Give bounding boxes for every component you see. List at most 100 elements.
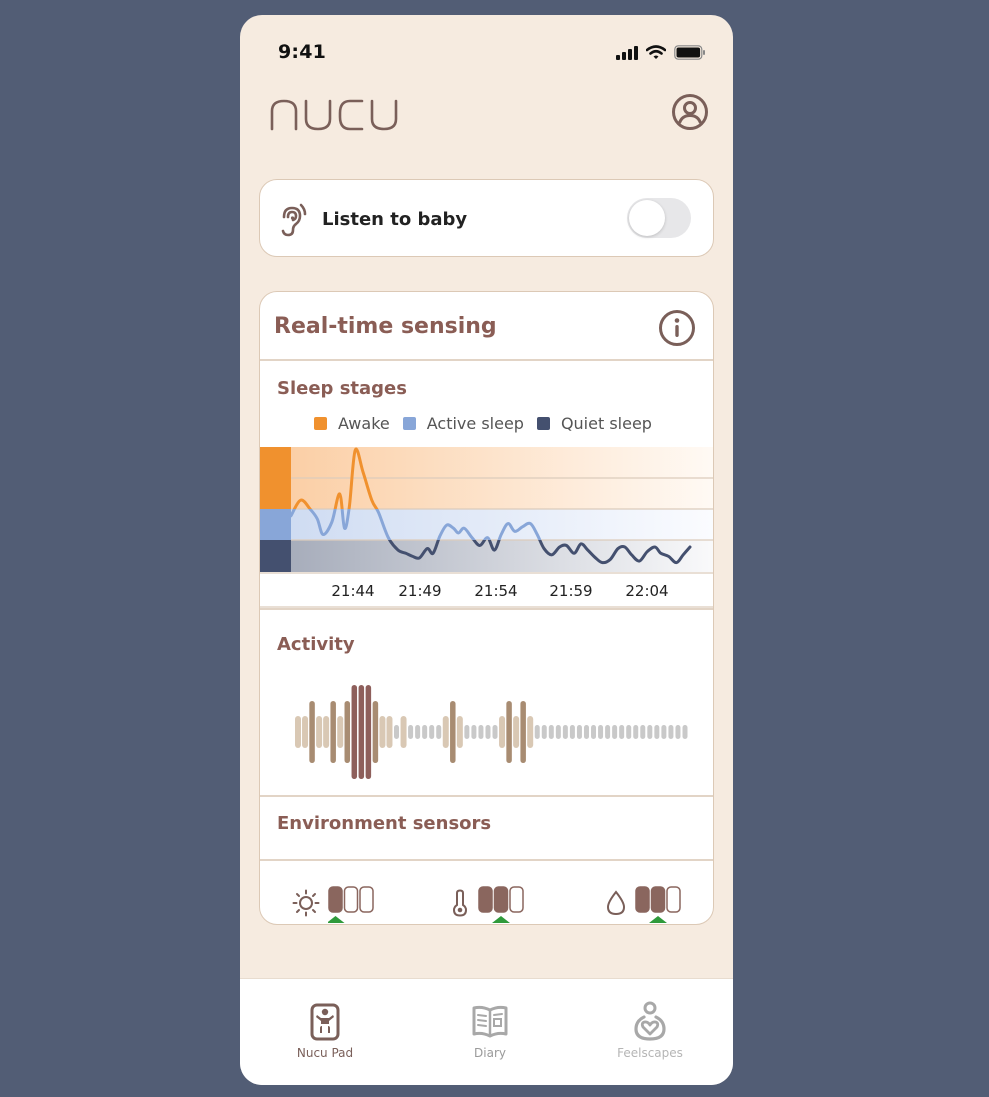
humidity-level-meter xyxy=(627,872,685,924)
activity-bar xyxy=(682,725,688,739)
activity-bar xyxy=(520,701,526,763)
activity-bar xyxy=(576,725,582,739)
profile-button[interactable] xyxy=(671,93,709,131)
user-circle-icon xyxy=(672,94,708,130)
person-heart-icon xyxy=(634,1001,666,1041)
activity-bar xyxy=(492,725,498,739)
level-segment-empty xyxy=(343,886,359,913)
legend-swatch-awake xyxy=(314,417,327,430)
activity-bar xyxy=(358,685,365,779)
info-icon xyxy=(659,310,695,346)
listen-to-baby-card: Listen to baby xyxy=(259,179,714,257)
level-indicator-arrow xyxy=(326,916,345,923)
sleep-stages-title: Sleep stages xyxy=(277,378,407,399)
droplet-icon xyxy=(606,890,626,916)
activity-bar xyxy=(675,725,681,739)
activity-bar xyxy=(499,716,506,748)
status-time: 9:41 xyxy=(278,41,327,63)
legend-item-awake: Awake xyxy=(314,414,390,433)
activity-bar xyxy=(598,725,604,739)
level-segment-empty xyxy=(509,886,524,913)
level-segment-filled xyxy=(328,886,343,913)
environment-sensors-row xyxy=(260,862,713,924)
divider xyxy=(260,795,713,797)
status-bar: 9:41 xyxy=(240,15,733,85)
sensor-light xyxy=(292,872,378,924)
activity-bar xyxy=(323,716,330,748)
wifi-icon xyxy=(646,45,666,59)
listen-to-baby-label: Listen to baby xyxy=(322,209,468,230)
legend-item-active-sleep: Active sleep xyxy=(402,414,524,433)
logo-wordmark xyxy=(270,99,398,131)
activity-bar xyxy=(527,716,534,748)
activity-title: Activity xyxy=(277,634,355,655)
level-segment-empty xyxy=(359,886,374,913)
activity-bar xyxy=(640,725,646,739)
level-segment-filled xyxy=(493,886,509,913)
level-meter-graphic xyxy=(635,886,681,923)
activity-bar xyxy=(330,701,336,763)
activity-bar xyxy=(309,701,315,763)
activity-bar xyxy=(534,725,540,739)
activity-bar xyxy=(591,725,597,739)
cellular-signal-icon xyxy=(616,45,638,60)
activity-bar xyxy=(436,725,442,739)
tab-feelscapes[interactable]: Feelscapes xyxy=(590,1001,710,1060)
activity-bar xyxy=(541,725,547,739)
tab-diary[interactable]: Diary xyxy=(430,1001,550,1060)
activity-bar xyxy=(386,716,393,748)
activity-bar xyxy=(668,725,674,739)
battery-icon xyxy=(674,45,705,60)
sensor-humidity xyxy=(605,872,685,924)
real-time-sensing-card: Real-time sensing Sleep stages Awake Act… xyxy=(259,291,714,925)
activity-bar xyxy=(612,725,618,739)
activity-bar xyxy=(626,725,632,739)
tab-label: Diary xyxy=(474,1046,506,1060)
band-awake-lower xyxy=(291,478,713,509)
activity-bar xyxy=(351,685,358,779)
sleep-stages-legend: Awake Active sleep Quiet sleep xyxy=(314,414,665,433)
x-tick-label: 21:54 xyxy=(474,582,517,600)
level-segment-filled xyxy=(650,886,666,913)
activity-bar xyxy=(633,725,639,739)
activity-bar xyxy=(379,716,386,748)
activity-bar xyxy=(661,725,667,739)
activity-bar xyxy=(415,725,421,739)
activity-bar xyxy=(654,725,660,739)
info-button[interactable] xyxy=(658,309,696,347)
activity-bar xyxy=(478,725,484,739)
activity-bar xyxy=(548,725,554,739)
phone-screen: 9:41 Listen to baby Real-time sensing Sl… xyxy=(240,15,733,1085)
legend-label: Active sleep xyxy=(426,414,524,433)
level-segment-filled xyxy=(478,886,493,913)
tab-nucu-pad[interactable]: Nucu Pad xyxy=(265,1001,385,1060)
legend-label: Awake xyxy=(338,414,390,433)
stage-block-awake-upper xyxy=(260,447,291,478)
activity-bar xyxy=(647,725,653,739)
activity-bar xyxy=(400,716,407,748)
thermometer-icon xyxy=(452,889,468,917)
book-icon xyxy=(472,1005,508,1038)
activity-bar xyxy=(485,725,491,739)
activity-bar xyxy=(562,725,568,739)
activity-bar xyxy=(471,725,477,739)
band-active-sleep xyxy=(291,509,713,540)
sensor-temperature xyxy=(450,872,528,924)
activity-bar xyxy=(295,716,301,748)
activity-bar xyxy=(569,725,575,739)
level-indicator-arrow xyxy=(649,916,667,923)
activity-bar xyxy=(372,701,379,763)
activity-bar xyxy=(464,725,470,739)
temperature-level-meter xyxy=(470,872,528,924)
activity-bar xyxy=(422,725,428,739)
sleep-stages-chart: 21:44 21:49 21:54 21:59 22:04 xyxy=(260,447,713,608)
activity-bar xyxy=(344,701,351,763)
activity-bar xyxy=(316,716,323,748)
light-level-meter xyxy=(320,872,378,924)
activity-bar xyxy=(619,725,625,739)
level-meter-graphic xyxy=(326,886,374,923)
listen-toggle[interactable] xyxy=(627,198,691,238)
activity-bar xyxy=(450,701,456,763)
activity-bar xyxy=(337,716,344,748)
level-segment-empty xyxy=(666,886,681,913)
